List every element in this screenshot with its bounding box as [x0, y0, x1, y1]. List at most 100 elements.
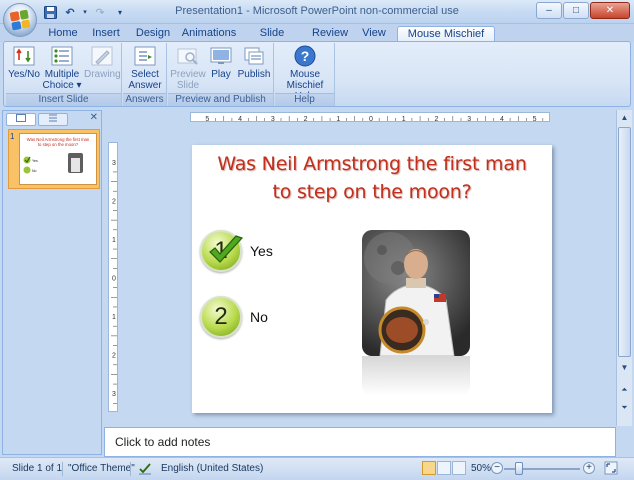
slide-title-line-1: Was Neil Armstrong the first man	[217, 153, 527, 175]
ruler-tick-label: 3	[271, 116, 275, 122]
ribbon-tabs: Home Insert Design Animations Slide Show…	[0, 24, 634, 55]
minimize-button[interactable]: –	[536, 2, 562, 19]
thumbnail-number: 1	[10, 132, 15, 141]
group-label-help: Help	[275, 93, 334, 106]
ruler-tick-label: 3	[112, 160, 116, 167]
close-button[interactable]: ✕	[590, 2, 630, 19]
ruler-tick-label: 4	[500, 116, 504, 122]
title-bar: ↶ ▾ ↷ ▾ Presentation1 - Microsoft PowerP…	[0, 0, 634, 24]
drawing-label: Drawing	[84, 69, 121, 80]
slide-title-line-2: to step on the moon?	[272, 181, 472, 203]
answer-badge-2: 2	[200, 296, 242, 338]
thumbnail-title-2: to step on the moon?	[37, 142, 79, 147]
slide-show-view-icon[interactable]	[452, 461, 466, 475]
tab-view[interactable]: View	[358, 26, 390, 42]
ruler-tick-label: 2	[304, 116, 308, 122]
preview-slide-button[interactable]: Preview Slide	[170, 45, 206, 91]
status-separator	[62, 462, 63, 476]
zoom-level[interactable]: 50%	[471, 463, 491, 474]
ruler-tick-label: 1	[336, 116, 340, 122]
office-logo-icon	[9, 9, 31, 31]
group-insert-slide: Yes/No Multiple Choice ▾ Drawing Insert …	[6, 43, 122, 106]
ruler-tick-label: 1	[402, 116, 406, 122]
group-label-preview-publish: Preview and Publish	[168, 93, 273, 106]
answer-no[interactable]: 2 No	[200, 296, 268, 338]
notes-placeholder: Click to add notes	[115, 435, 211, 449]
window-controls: – □ ✕	[536, 2, 630, 19]
language[interactable]: English (United States)	[161, 463, 263, 474]
fit-to-window-icon[interactable]	[604, 461, 618, 478]
tab-review[interactable]: Review	[312, 26, 348, 42]
spellcheck-icon[interactable]	[138, 461, 152, 478]
notes-pane[interactable]: Click to add notes	[104, 427, 616, 457]
scroll-up-icon[interactable]: ▲	[617, 110, 632, 125]
slide-canvas[interactable]: Was Neil Armstrong the first man to step…	[192, 145, 552, 413]
preview-slide-icon	[176, 45, 200, 67]
vertical-ruler[interactable]: 3 2 1 0 1 2 3	[108, 142, 118, 412]
office-button[interactable]	[3, 3, 37, 37]
multiple-choice-icon	[50, 45, 74, 67]
zoom-in-icon[interactable]: +	[583, 462, 595, 474]
group-help: ? Mouse Mischief Help Help	[275, 43, 335, 106]
answer-yes[interactable]: 1 Yes	[200, 230, 273, 272]
slide-title[interactable]: Was Neil Armstrong the first man to step…	[192, 150, 552, 206]
tab-slide-show[interactable]: Slide Show	[246, 26, 298, 54]
select-answer-label-1: Select	[131, 69, 159, 80]
ruler-tick-label: 4	[238, 116, 242, 122]
status-bar: Slide 1 of 1 "Office Theme" English (Uni…	[0, 457, 634, 480]
slide-sorter-view-icon[interactable]	[437, 461, 451, 475]
previous-slide-icon[interactable]: ⏶	[617, 382, 632, 397]
multiple-choice-button[interactable]: Multiple Choice ▾	[42, 45, 82, 91]
next-slide-icon[interactable]: ⏷	[617, 400, 632, 415]
scrollbar-thumb[interactable]	[618, 127, 631, 357]
publish-label: Publish	[237, 69, 271, 80]
maximize-button[interactable]: □	[563, 2, 589, 19]
scroll-down-icon[interactable]: ▼	[617, 360, 632, 375]
preview-label-1: Preview	[170, 69, 206, 80]
ruler-tick-label: 5	[533, 116, 537, 122]
normal-view-icon[interactable]	[422, 461, 436, 475]
close-panel-icon[interactable]: ✕	[90, 112, 98, 123]
slides-panel: ✕ 1 Was Neil Armstrong the first man to …	[2, 110, 102, 455]
help-label-1: Mouse	[289, 69, 320, 80]
tab-mouse-mischief[interactable]: Mouse Mischief (Beta)	[397, 26, 495, 55]
zoom-out-icon[interactable]: −	[491, 462, 503, 474]
astronaut-photo[interactable]	[362, 230, 470, 356]
tab-animations[interactable]: Animations	[181, 26, 237, 42]
ruler-tick-label: 2	[112, 198, 116, 205]
drawing-icon	[90, 45, 114, 67]
tab-home[interactable]: Home	[46, 26, 80, 42]
play-button[interactable]: Play	[206, 45, 236, 80]
multiple-choice-label-2: Choice ▾	[42, 80, 82, 91]
tab-outline[interactable]	[38, 113, 68, 126]
yes-no-button[interactable]: Yes/No	[8, 45, 40, 80]
photo-reflection	[362, 356, 470, 396]
group-label-answers: Answers	[123, 93, 166, 106]
yes-no-icon	[12, 45, 36, 67]
help-icon: ?	[293, 45, 317, 67]
tab-slides[interactable]	[6, 113, 36, 126]
play-label: Play	[211, 69, 231, 80]
slide-thumbnail[interactable]: 1 Was Neil Armstrong the first man to st…	[8, 129, 100, 189]
status-separator	[130, 462, 131, 476]
thumbnail-preview: Was Neil Armstrong the first man to step…	[19, 133, 97, 185]
group-answers: Select Answer ▾ Answers	[123, 43, 167, 106]
ruler-tick-label: 5	[205, 116, 209, 122]
checkmark-icon	[209, 235, 244, 263]
yes-no-label: Yes/No	[8, 69, 40, 80]
tab-insert[interactable]: Insert	[88, 26, 124, 42]
tab-design[interactable]: Design	[134, 26, 172, 42]
multiple-choice-label-1: Multiple	[44, 69, 80, 80]
ruler-tick-label: 3	[112, 391, 116, 398]
vertical-scrollbar[interactable]: ▲ ▼ ⏶ ⏷	[616, 110, 632, 426]
ruler-tick-label: 0	[112, 276, 116, 283]
slides-panel-tabs	[6, 113, 68, 127]
svg-text:Yes: Yes	[32, 159, 38, 163]
answer-number-2: 2	[214, 303, 228, 330]
ruler-tick-label: 1	[112, 237, 116, 244]
horizontal-ruler[interactable]: 5 4 3 2 1 0 1 2 3 4 5	[190, 112, 550, 122]
drawing-button[interactable]: Drawing	[84, 45, 121, 80]
ruler-tick-label: 2	[112, 353, 116, 360]
zoom-slider-knob[interactable]	[515, 462, 523, 475]
publish-button[interactable]: Publish	[236, 45, 272, 80]
